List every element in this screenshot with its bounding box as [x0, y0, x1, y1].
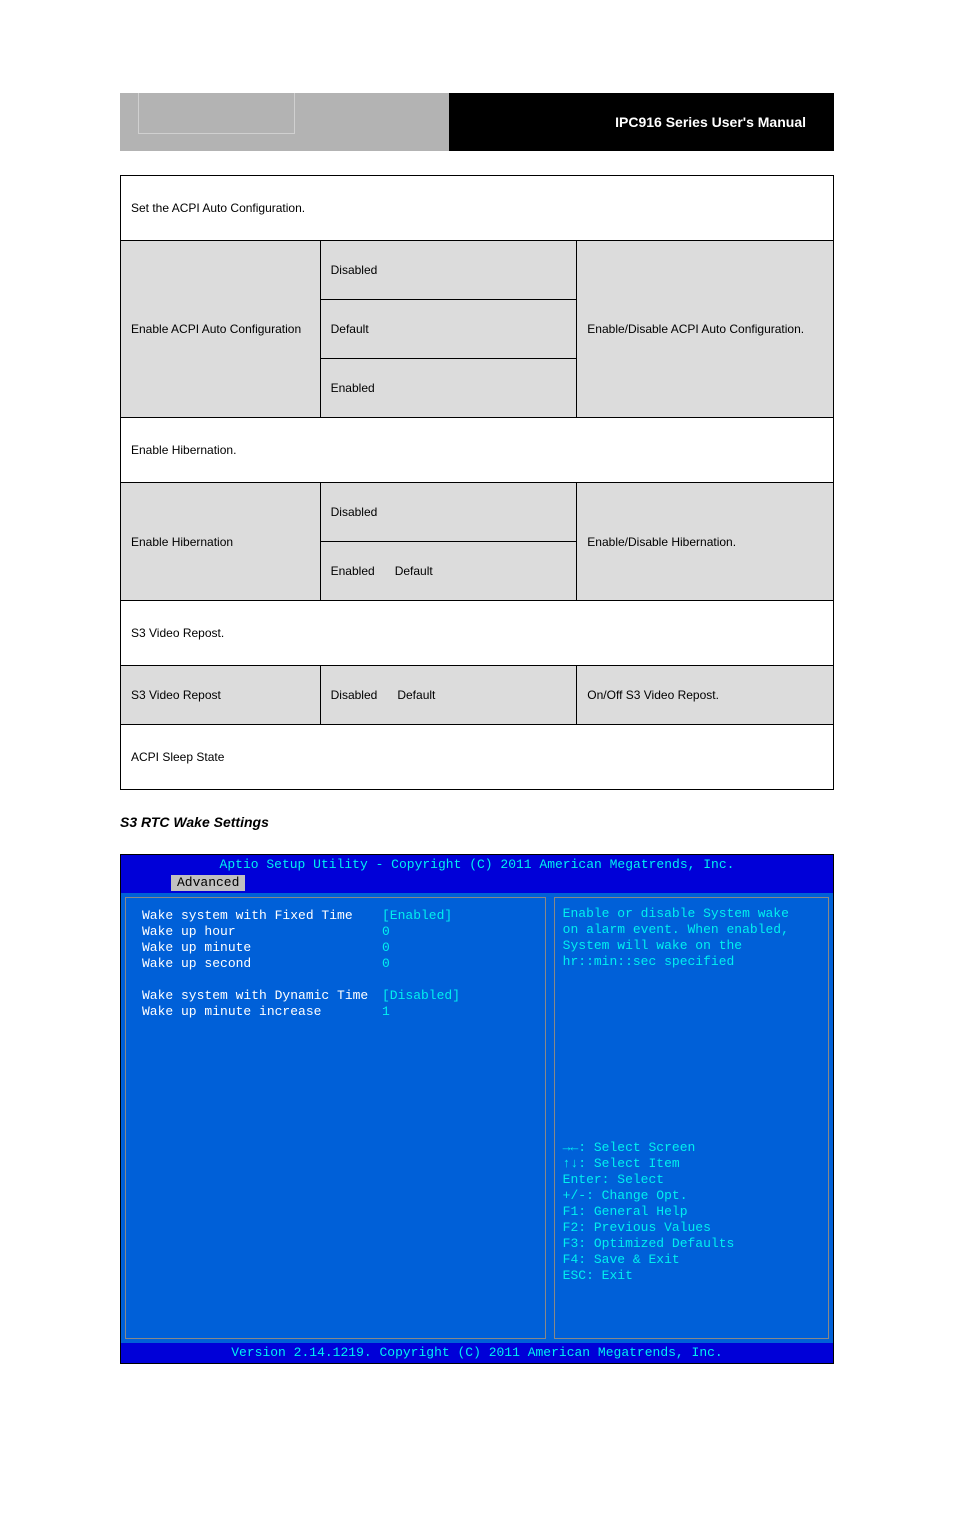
row-label-hibernation: Enable Hibernation — [121, 483, 321, 601]
bios-help-line: hr::min::sec specified — [563, 954, 820, 970]
row-label-s3video: S3 Video Repost — [121, 666, 321, 725]
bios-setting-row — [142, 972, 535, 988]
opt-enabled-default: Enabled Default — [320, 542, 577, 601]
bios-bottom-bar: Version 2.14.1219. Copyright (C) 2011 Am… — [121, 1343, 833, 1363]
bios-title-bar: Aptio Setup Utility - Copyright (C) 2011… — [121, 855, 833, 875]
section-heading-hibernation: Enable Hibernation. — [121, 418, 834, 483]
bios-key-line: Enter: Select — [563, 1172, 735, 1188]
bios-setting-row[interactable]: Wake up hour0 — [142, 924, 535, 940]
bios-setting-value: 0 — [382, 940, 390, 956]
bios-setting-value: [Disabled] — [382, 988, 460, 1004]
bios-setting-label: Wake up hour — [142, 924, 382, 940]
bios-help-line: Enable or disable System wake — [563, 906, 820, 922]
bios-key-line: ESC: Exit — [563, 1268, 735, 1284]
bios-help-line: on alarm event. When enabled, — [563, 922, 820, 938]
section-heading-sleepstate: ACPI Sleep State — [121, 725, 834, 790]
bios-setting-label: Wake up minute — [142, 940, 382, 956]
bios-setting-label: Wake system with Fixed Time — [142, 908, 382, 924]
section-heading-acpi: Set the ACPI Auto Configuration. — [121, 176, 834, 241]
bios-help-line: System will wake on the — [563, 938, 820, 954]
bios-key-line: ↑↓: Select Item — [563, 1156, 735, 1172]
row-desc-hibernation: Enable/Disable Hibernation. — [577, 483, 834, 601]
bios-tab-bar: Advanced — [121, 875, 833, 893]
bios-screenshot: Aptio Setup Utility - Copyright (C) 2011… — [120, 854, 834, 1364]
row-desc-acpi: Enable/Disable ACPI Auto Configuration. — [577, 241, 834, 418]
opt-default: Default — [320, 300, 577, 359]
bios-setting-row[interactable]: Wake up minute increase1 — [142, 1004, 535, 1020]
bios-body: Wake system with Fixed Time[Enabled] Wak… — [121, 893, 833, 1343]
banner-title: IPC916 Series User's Manual — [449, 93, 834, 151]
banner-left-tab — [138, 93, 295, 134]
row-desc-s3video: On/Off S3 Video Repost. — [577, 666, 834, 725]
page-banner: IPC916 Series User's Manual — [120, 93, 834, 151]
settings-table: Set the ACPI Auto Configuration. Enable … — [120, 175, 834, 790]
subsection-heading: S3 RTC Wake Settings — [120, 814, 834, 830]
bios-key-legend: →←: Select Screen ↑↓: Select Item Enter:… — [563, 1140, 735, 1284]
bios-setting-row[interactable]: Wake up minute0 — [142, 940, 535, 956]
opt-disabled-2: Disabled — [320, 483, 577, 542]
opt-enabled: Enabled — [320, 359, 577, 418]
opt-disabled: Disabled — [320, 241, 577, 300]
opt-text: Default — [395, 564, 433, 578]
bios-setting-value: [Enabled] — [382, 908, 452, 924]
bios-key-line: +/-: Change Opt. — [563, 1188, 735, 1204]
opt-text: Disabled — [331, 688, 378, 702]
bios-help-pane: Enable or disable System wake on alarm e… — [554, 897, 829, 1339]
bios-setting-row[interactable]: Wake up second0 — [142, 956, 535, 972]
bios-setting-value: 0 — [382, 924, 390, 940]
bios-tab-advanced[interactable]: Advanced — [171, 875, 245, 891]
bios-setting-value: 1 — [382, 1004, 390, 1020]
bios-key-line: F3: Optimized Defaults — [563, 1236, 735, 1252]
bios-key-line: →←: Select Screen — [563, 1140, 735, 1156]
bios-settings-pane: Wake system with Fixed Time[Enabled] Wak… — [125, 897, 546, 1339]
bios-key-line: F4: Save & Exit — [563, 1252, 735, 1268]
row-label-acpi: Enable ACPI Auto Configuration — [121, 241, 321, 418]
banner-left — [120, 93, 449, 151]
bios-setting-row[interactable]: Wake system with Fixed Time[Enabled] — [142, 908, 535, 924]
bios-setting-value: 0 — [382, 956, 390, 972]
bios-setting-label: Wake system with Dynamic Time — [142, 988, 382, 1004]
opt-text: Enabled — [331, 564, 375, 578]
opt-text: Default — [397, 688, 435, 702]
bios-key-line: F1: General Help — [563, 1204, 735, 1220]
bios-setting-label: Wake up minute increase — [142, 1004, 382, 1020]
section-heading-s3video: S3 Video Repost. — [121, 601, 834, 666]
opt-disabled-default: Disabled Default — [320, 666, 577, 725]
bios-key-line: F2: Previous Values — [563, 1220, 735, 1236]
bios-setting-row[interactable]: Wake system with Dynamic Time[Disabled] — [142, 988, 535, 1004]
bios-help-text: Enable or disable System wake on alarm e… — [563, 906, 820, 970]
bios-setting-label: Wake up second — [142, 956, 382, 972]
